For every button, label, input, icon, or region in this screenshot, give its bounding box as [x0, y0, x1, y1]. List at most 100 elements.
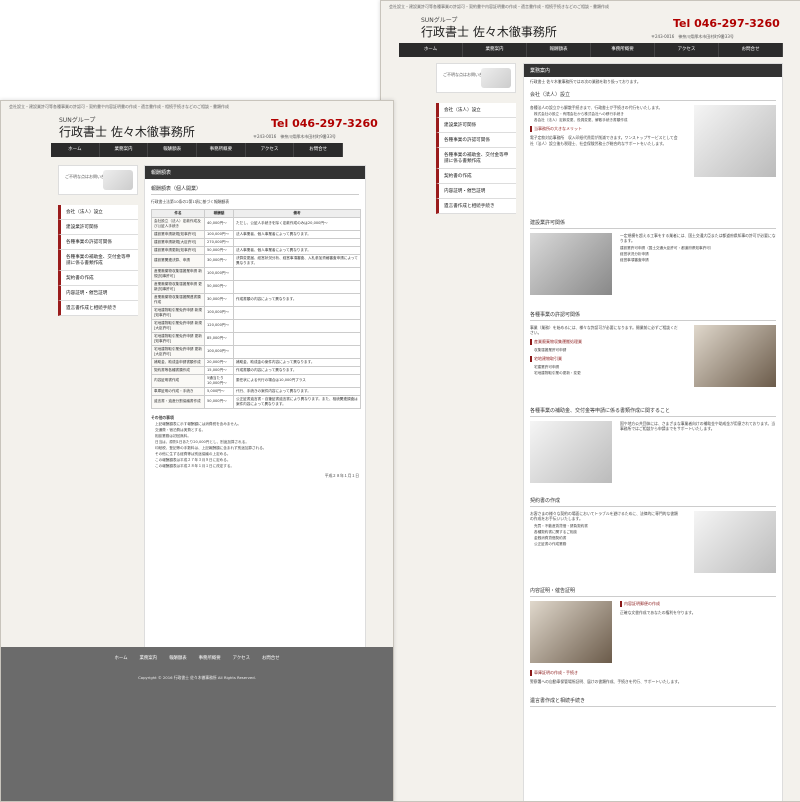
fee-item-cell: 建設業申請新規[大臣許可] [151, 237, 205, 247]
table-row: 宅地建物取引業免許申請 新規[知事許可] 100,000円〜 [151, 305, 361, 320]
fees-page-window: 会社設立・建設業許可等各種事業の許認可・契約書や内容証明書の作成・遺言書作成・相… [0, 100, 394, 802]
laptop-image [530, 420, 612, 483]
site-header: SUNグループ 行政書士 佐々木徹事務所 Tel 046-297-3260 〒2… [381, 13, 800, 43]
fee-amount-cell: 5,000円〜 [204, 386, 234, 396]
site-header: SUNグループ 行政書士 佐々木徹事務所 Tel 046-297-3260 〒2… [1, 113, 393, 143]
footer-nav-home[interactable]: ホーム [114, 655, 127, 661]
sidebar-item-construction[interactable]: 建設業許可関係 [58, 220, 138, 235]
footer-nav-fees[interactable]: 報酬額表 [169, 655, 187, 661]
section-text: 各種法人の設立から解散手続きまで、行政書士が手続きの代行をいたします。 [530, 104, 663, 110]
sidebar-item-wills[interactable]: 遺言書作成と相続手続き [436, 199, 516, 214]
nav-about[interactable]: 事務所概要 [591, 43, 655, 57]
panel-title: 報酬額表 [145, 166, 365, 179]
fee-amount-cell: 50,000円〜 [204, 394, 234, 409]
fee-item-cell: 宅地建物取引業免許申請 新規[大臣許可] [151, 318, 205, 333]
footer-nav-about[interactable]: 事務所概要 [199, 655, 221, 661]
fee-item-cell: 宅地建物取引業免許申請 新規[知事許可] [151, 305, 205, 320]
fee-note-cell: 補助金、助成金の案件内容によって異なります。 [233, 357, 361, 367]
sidebar-item-subsidies[interactable]: 各種事業の補助金、交付金等申請に係る書類作成 [58, 250, 138, 271]
table-row: 契約書等各種書類作成 15,000円〜 作成書類の内容によって異なります。 [151, 365, 361, 375]
fee-note-cell [233, 331, 361, 346]
table-row: 産業廃棄物収集運搬業申請 新規[知事許可] 100,000円〜 [151, 266, 361, 281]
footer-nav-services[interactable]: 業務案内 [140, 655, 158, 661]
fee-amount-cell: 50,000円〜 [204, 245, 234, 255]
table-row: 建設業申請新規[大臣許可] 270,000円〜 [151, 237, 361, 247]
footer-nav-contact[interactable]: お問合せ [262, 655, 280, 661]
nav-contact[interactable]: お問合せ [294, 143, 344, 157]
sidebar-item-subsidies[interactable]: 各種事業の補助金、交付金等申請に係る書類作成 [436, 148, 516, 169]
services-panel: 業務案内 行政書士 佐々木徹事務所ではの次の業務を取り扱っております。 会社（法… [523, 63, 783, 801]
section-text: 一定規模を超える工事をする業者には、国土交通大臣または都道府県知事の許可が必要に… [620, 232, 776, 244]
bullet: 経営事項審査申請 [620, 257, 649, 262]
note-item: この報酬額表は平成２７年３月９日に定める。 [155, 458, 231, 462]
nav-home[interactable]: ホーム [51, 143, 100, 157]
footer-nav-access[interactable]: アクセス [233, 655, 250, 661]
sidebar-item-wills[interactable]: 遺言書作成と相続手続き [58, 301, 138, 316]
phone-number: Tel 046-297-3260 [271, 117, 378, 130]
fee-note-cell: 公正証書遺言書・自筆証書遺言書により異なります。また、相続関連調査は案件内容によ… [233, 394, 361, 409]
nav-about[interactable]: 事務所概要 [197, 143, 246, 157]
contact-banner[interactable]: ご不明な点はお問い合わせ下さい [58, 165, 138, 195]
notes-title: その他の事項 [151, 414, 174, 420]
sidebar-item-certified-mail[interactable]: 内容証明・催告証明 [436, 184, 516, 199]
site-footer: ホーム 業務案内 報酬額表 事務所概要 アクセス お問合せ Copyright … [1, 647, 393, 801]
nav-fees[interactable]: 報酬額表 [148, 143, 198, 157]
fee-note-cell: 決算変更届、経営状況分析、経営事項審査、入札参加資格審査申請によって異なります。 [233, 253, 361, 268]
table-title: 報酬額表（個人開業） [151, 183, 359, 195]
table-row: 車庫証明の作成・手続き 5,000円〜 代行、手続きの案件内容によって異なります。 [151, 386, 361, 396]
nav-access[interactable]: アクセス [655, 43, 719, 57]
contact-banner[interactable]: ご不明な点はお問い合わせ下さい [436, 63, 516, 93]
intro-text: 行政書士 佐々木徹事務所ではの次の業務を取り扱っております。 [530, 79, 641, 84]
sidebar-item-permits[interactable]: 各種事業の許認可関係 [58, 235, 138, 250]
note-item: 相談業務は初回無料。 [155, 434, 191, 438]
fees-panel: 報酬額表 報酬額表（個人開業） 行政書士法第10条の2第1項に基づく報酬額表 件… [144, 165, 366, 727]
fee-amount-cell: 30,000円〜 [204, 253, 234, 268]
sidebar-item-construction[interactable]: 建設業許可関係 [436, 118, 516, 133]
table-row: 建設業申請更新[知事許可] 50,000円〜 法人事業者、個人事業者によって異なりま… [151, 245, 361, 255]
fee-amount-cell: 50,000円〜 [204, 279, 234, 294]
fee-amount-cell: 100,000円〜 [204, 229, 234, 239]
sidebar-item-contracts[interactable]: 契約書の作成 [58, 271, 138, 286]
column-header: 備考 [233, 208, 361, 218]
nav-contact[interactable]: お問合せ [719, 43, 783, 57]
site-logo[interactable]: 行政書士 佐々木徹事務所 [421, 23, 557, 40]
note-item: この報酬額表は平成２８年１月１日に改定する。 [155, 464, 235, 468]
fee-amount-cell: 270,000円〜 [204, 237, 234, 247]
bullet: 経営状況分析申請 [620, 251, 649, 256]
fees-table-body: 会社設立（法人）定款作成及び公証人手続き 40,000円〜 ただし、公証人手続きを除… [151, 216, 361, 409]
fee-item-cell: 産業廃棄物収集運搬業申請 新規[知事許可] [151, 266, 205, 281]
site-logo[interactable]: 行政書士 佐々木徹事務所 [59, 123, 195, 140]
section-title-contracts: 契約書の作成 [530, 495, 776, 507]
fee-note-cell: 法人事業者、個人事業者によって異なります。 [233, 245, 361, 255]
nav-services[interactable]: 業務案内 [100, 143, 149, 157]
table-row: 産業廃棄物収集運搬関連書類作成 30,000円〜 作成書類の内容によって異なります。 [151, 292, 361, 307]
fee-note-cell: 作成書類の内容によって異なります。 [233, 365, 361, 375]
nav-fees[interactable]: 報酬額表 [527, 43, 591, 57]
sidebar-item-permits[interactable]: 各種事業の許認可関係 [436, 133, 516, 148]
sidebar-item-company[interactable]: 会社（法人）設立 [58, 205, 138, 220]
footer-nav: ホーム 業務案内 報酬額表 事務所概要 アクセス お問合せ [1, 647, 393, 661]
sidebar-item-contracts[interactable]: 契約書の作成 [436, 169, 516, 184]
sidebar-item-company[interactable]: 会社（法人）設立 [436, 103, 516, 118]
sidebar-item-certified-mail[interactable]: 内容証明・催告証明 [58, 286, 138, 301]
paper-image [694, 510, 776, 573]
nav-services[interactable]: 業務案内 [463, 43, 527, 57]
revision-date: 平成２８年１月１日 [324, 473, 359, 478]
note-item: 印紙税、登記等の手数料は、上記報酬額に含まれず別途加算される。 [155, 446, 267, 450]
sidebar: ご不明な点はお問い合わせ下さい 会社（法人）設立 建設業許可関係 各種事業の許認… [436, 63, 516, 214]
nav-home[interactable]: ホーム [399, 43, 463, 57]
fee-amount-cell: 100,000円〜 [204, 305, 234, 320]
section-title-company: 会社（法人）設立 [530, 89, 776, 101]
fee-item-cell: 産業廃棄物収集運搬関連書類作成 [151, 292, 205, 307]
nav-access[interactable]: アクセス [246, 143, 295, 157]
fee-note-cell [233, 318, 361, 333]
fee-amount-cell: 100,000円〜 [204, 266, 234, 281]
section-title-wills: 遺言書作成と相続手続き [530, 695, 776, 707]
fee-note-cell: 代行、手続きの案件内容によって異なります。 [233, 386, 361, 396]
bullet: 各会社（法人）定款変更、役員変更、解散手続き書類作成 [534, 118, 628, 122]
fee-item-cell: 宅地建物取引業免許申請 更新[大臣許可] [151, 344, 205, 359]
fee-amount-cell: 20,000円〜 [204, 357, 234, 367]
fee-amount-cell: 100,000円〜 [204, 344, 234, 359]
section-text: 正確な文書作成であなたの権利を守ります。 [620, 609, 696, 615]
fee-amount-cell: 15,000円〜 [204, 365, 234, 375]
